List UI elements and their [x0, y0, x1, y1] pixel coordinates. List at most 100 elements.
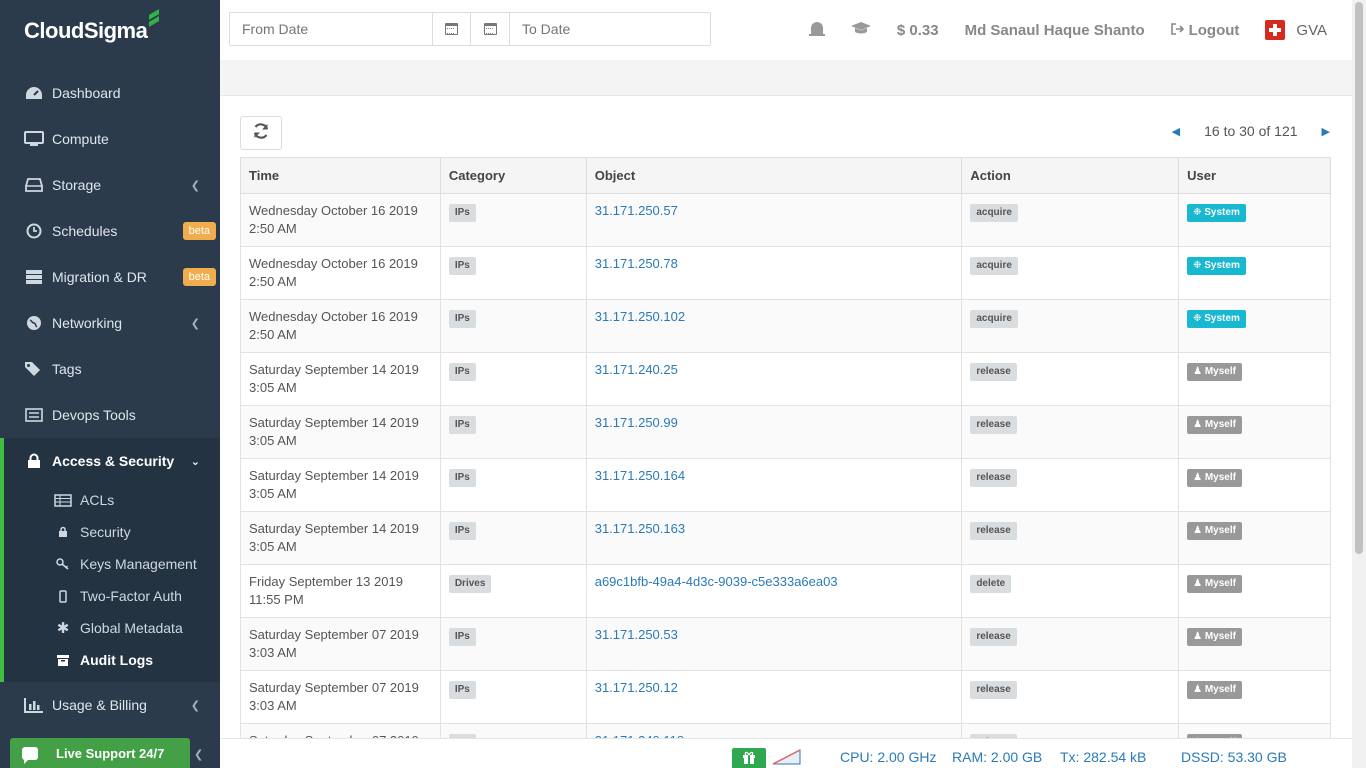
object-cell: 31.171.250.12	[585, 670, 963, 724]
category-badge: IPs	[448, 363, 476, 381]
sidebar-item-networking[interactable]: Networking ❮	[0, 300, 220, 346]
tx-stat: Tx: 282.54 kB	[1060, 749, 1147, 765]
graduation-cap-icon[interactable]	[850, 21, 871, 40]
category-badge: IPs	[448, 416, 476, 434]
time-cell: Saturday September 14 2019 3:05 AM	[240, 405, 441, 459]
sidebar-subitem-two-factor-auth[interactable]: Two-Factor Auth	[4, 580, 220, 612]
globe-icon	[24, 314, 44, 332]
column-header-object[interactable]: Object	[585, 157, 963, 194]
sidebar-subitem-security[interactable]: Security	[4, 516, 220, 548]
account-balance[interactable]: $ 0.33	[897, 22, 939, 39]
object-cell: 31.171.240.118	[585, 723, 963, 738]
dashboard-icon	[24, 84, 44, 102]
date-range-filter	[229, 12, 711, 46]
column-header-category[interactable]: Category	[439, 157, 587, 194]
sidebar-item-label: Migration & DR	[52, 269, 147, 285]
category-badge: IPs	[448, 204, 476, 222]
logout-button[interactable]: Logout	[1170, 21, 1240, 39]
log-time: 3:05 AM	[249, 433, 297, 448]
to-date-calendar-button[interactable]	[470, 13, 510, 45]
user-cell: ♟ Myself	[1178, 670, 1331, 724]
usage-graph-icon[interactable]	[772, 749, 801, 765]
object-cell: 31.171.250.99	[585, 405, 963, 459]
sidebar-subitem-keys-management[interactable]: Keys Management	[4, 548, 220, 580]
key-icon	[54, 558, 72, 570]
category-cell: IPs	[439, 193, 587, 247]
sidebar-item-storage[interactable]: Storage ❮	[0, 162, 220, 208]
column-header-action[interactable]: Action	[961, 157, 1180, 194]
column-header-time[interactable]: Time	[240, 157, 441, 194]
object-link[interactable]: 31.171.250.57	[595, 203, 678, 218]
object-link[interactable]: 31.171.250.78	[595, 256, 678, 271]
object-link[interactable]: 31.171.240.25	[595, 362, 678, 377]
user-badge-label: Myself	[1204, 472, 1236, 483]
table-icon	[54, 493, 72, 507]
sidebar-item-dashboard[interactable]: Dashboard	[0, 70, 220, 116]
category-badge: IPs	[448, 257, 476, 275]
sidebar-item-schedules[interactable]: Schedules beta	[0, 208, 220, 254]
tags-icon	[24, 360, 44, 378]
next-page-icon[interactable]: ▶	[1322, 125, 1330, 138]
gift-button[interactable]	[732, 748, 766, 768]
sign-out-icon	[1170, 22, 1184, 38]
action-cell: acquire	[961, 299, 1180, 353]
object-cell: 31.171.240.25	[585, 352, 963, 406]
page-scrollbar[interactable]	[1352, 0, 1366, 768]
object-link[interactable]: 31.171.250.164	[595, 468, 685, 483]
action-badge: release	[970, 681, 1017, 699]
logout-label: Logout	[1188, 21, 1240, 39]
log-date: Saturday September 07 2019	[249, 680, 419, 695]
sidebar-item-usage-billing[interactable]: Usage & Billing ❮	[0, 682, 220, 728]
object-link[interactable]: 31.171.250.99	[595, 415, 678, 430]
gear-icon: ❉	[1193, 313, 1205, 324]
table-row: Saturday September 07 2019 3:03 AM IPs 31.1…	[240, 617, 1331, 671]
table-row: Saturday September 14 2019 3:05 AM IPs 31.1…	[240, 352, 1331, 406]
sidebar-item-migration-dr[interactable]: Migration & DR beta	[0, 254, 220, 300]
sidebar-subitem-label: Two-Factor Auth	[80, 588, 182, 604]
object-link[interactable]: 31.171.250.53	[595, 627, 678, 642]
column-header-user[interactable]: User	[1178, 157, 1331, 194]
swiss-flag-icon	[1265, 20, 1286, 40]
live-support-button[interactable]: Live Support 24/7	[10, 738, 190, 768]
beta-badge: beta	[182, 222, 216, 240]
user-name[interactable]: Md Sanaul Haque Shanto	[965, 22, 1145, 39]
from-date-calendar-button[interactable]	[432, 13, 470, 45]
sidebar-item-devops-tools[interactable]: Devops Tools	[0, 392, 220, 438]
monitor-icon	[24, 130, 44, 148]
user-icon: ♟	[1193, 366, 1205, 377]
refresh-button[interactable]	[240, 116, 282, 150]
sidebar-subitem-acls[interactable]: ACLs	[4, 484, 220, 516]
category-badge: IPs	[448, 310, 476, 328]
sidebar-item-compute[interactable]: Compute	[0, 116, 220, 162]
ram-stat: RAM: 2.00 GB	[952, 749, 1043, 765]
object-link[interactable]: 31.171.250.12	[595, 680, 678, 695]
cloudsigma-logo[interactable]: CloudSigma	[24, 12, 160, 52]
from-date-input[interactable]	[230, 13, 432, 45]
sidebar-subitem-audit-logs[interactable]: Audit Logs	[4, 644, 220, 676]
bell-icon[interactable]	[808, 21, 825, 39]
logo-mark-icon	[148, 12, 160, 28]
prev-page-icon[interactable]: ◀	[1172, 125, 1180, 138]
user-icon: ♟	[1193, 525, 1205, 536]
object-link[interactable]: 31.171.250.163	[595, 521, 685, 536]
to-date-input[interactable]	[510, 13, 710, 45]
brand-name: CloudSigma	[24, 18, 148, 43]
sidebar-item-access-security[interactable]: Access & Security ⌄	[4, 438, 220, 484]
gift-icon	[742, 751, 756, 767]
sidebar-nav: Dashboard Compute Storage ❮ Schedules be…	[0, 70, 220, 728]
object-link[interactable]: a69c1bfb-49a4-4d3c-9039-c5e333a6ea03	[595, 574, 838, 589]
table-row: Wednesday October 16 2019 2:50 AM IPs 31.17…	[240, 246, 1331, 300]
time-cell: Wednesday October 16 2019 2:50 AM	[240, 193, 441, 247]
chevron-left-icon: ❮	[190, 317, 200, 330]
object-cell: 31.171.250.78	[585, 246, 963, 300]
region-selector[interactable]: GVA	[1265, 20, 1327, 40]
scrollbar-thumb[interactable]	[1355, 2, 1363, 554]
sidebar-item-label: Access & Security	[52, 453, 175, 469]
sidebar-subitem-global-metadata[interactable]: ✱ Global Metadata	[4, 612, 220, 644]
action-badge: release	[970, 628, 1017, 646]
object-link[interactable]: 31.171.250.102	[595, 309, 685, 324]
sidebar-item-tags[interactable]: Tags	[0, 346, 220, 392]
topbar: $ 0.33 Md Sanaul Haque Shanto Logout GVA	[220, 0, 1352, 60]
action-cell: acquire	[961, 246, 1180, 300]
collapse-sidebar-icon[interactable]: ❮	[194, 748, 203, 761]
